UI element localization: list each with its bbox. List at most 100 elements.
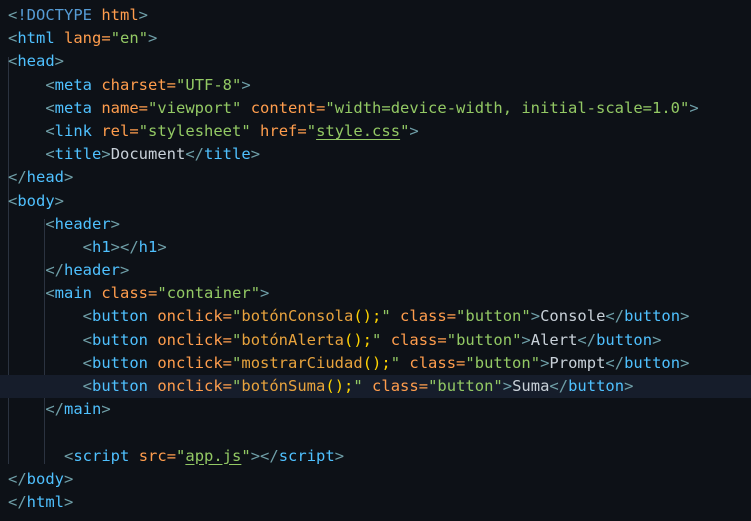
title-text: Document xyxy=(110,145,186,164)
tag-button-close: button xyxy=(624,353,681,372)
tag-button-close: button xyxy=(596,330,653,349)
punctuation: > xyxy=(530,307,541,326)
code-line[interactable]: <button onclick="botónAlerta();" class="… xyxy=(0,329,751,352)
attr-value-button-class: "button" xyxy=(428,377,503,395)
tag-body: body xyxy=(17,191,55,210)
punctuation: > xyxy=(241,75,251,94)
code-lines[interactable]: <!DOCTYPE html> <html lang="en"> <head> … xyxy=(0,4,751,514)
punctuation: < xyxy=(82,377,92,395)
code-line[interactable]: </main> xyxy=(0,398,751,421)
code-editor-window[interactable]: <!DOCTYPE html> <html lang="en"> <head> … xyxy=(0,0,751,521)
code-line-blank[interactable] xyxy=(0,421,751,444)
attr-class: class xyxy=(390,330,438,349)
tag-script-close: script xyxy=(278,446,335,465)
attr-value-button-class: "button" xyxy=(456,307,531,326)
handler-fn-ciudad: mostrarCiudad xyxy=(241,353,363,372)
punctuation: > xyxy=(148,29,158,48)
handler-call-tail: (); xyxy=(344,330,373,349)
attr-value-onclick: "mostrarCiudad();" xyxy=(232,353,401,372)
equals: = xyxy=(418,377,429,395)
punctuation: < xyxy=(82,307,92,326)
punctuation: > xyxy=(260,284,270,303)
punctuation: < xyxy=(45,75,55,94)
punctuation: > xyxy=(250,145,261,164)
button-label-prompt: Prompt xyxy=(549,353,606,372)
punctuation: > xyxy=(652,330,662,349)
punctuation: </ xyxy=(8,168,27,187)
punctuation: > xyxy=(54,52,65,71)
code-line[interactable]: </header> xyxy=(0,259,751,282)
code-line[interactable]: <main class="container"> xyxy=(0,282,751,305)
button-label-alert: Alert xyxy=(530,330,578,349)
code-line[interactable]: <title>Document</title> xyxy=(0,143,751,166)
code-line[interactable]: <button onclick="botónConsola();" class=… xyxy=(0,305,751,328)
code-line[interactable]: <meta charset="UTF-8"> xyxy=(0,74,751,97)
punctuation: > xyxy=(521,330,531,349)
button-label-suma: Suma xyxy=(512,377,550,395)
stylesheet-link[interactable]: style.css xyxy=(316,122,400,140)
code-line[interactable]: </html> xyxy=(0,491,751,514)
attr-lang: lang xyxy=(64,29,102,48)
script-link[interactable]: app.js xyxy=(185,447,241,465)
punctuation: </ xyxy=(605,307,625,326)
attr-onclick: onclick xyxy=(157,330,223,349)
equals: = xyxy=(148,284,158,303)
punctuation: </ xyxy=(605,353,625,372)
code-line[interactable]: <!DOCTYPE html> xyxy=(0,4,751,27)
code-line[interactable]: <h1></h1> xyxy=(0,236,751,259)
equals: = xyxy=(222,330,233,349)
attr-href: href xyxy=(260,121,298,140)
code-line-current[interactable]: <button onclick="botónSuma();" class="bu… xyxy=(0,375,751,399)
punctuation: < xyxy=(82,353,92,372)
code-line[interactable]: <link rel="stylesheet" href="style.css"> xyxy=(0,120,751,143)
code-line[interactable]: <body> xyxy=(0,190,751,213)
punctuation: < xyxy=(64,446,74,465)
code-line[interactable]: <button onclick="mostrarCiudad();" class… xyxy=(0,352,751,375)
equals: = xyxy=(297,121,307,140)
code-line[interactable]: </head> xyxy=(0,166,751,189)
punctuation: > xyxy=(624,377,634,395)
tag-main: main xyxy=(54,284,92,303)
attr-value-container: "container" xyxy=(157,284,261,303)
attr-charset: charset xyxy=(101,75,167,94)
punctuation: > xyxy=(502,377,513,395)
code-line[interactable]: </body> xyxy=(0,468,751,491)
tag-script: script xyxy=(73,446,130,465)
code-line[interactable]: <html lang="en"> xyxy=(0,27,751,50)
punctuation: </ xyxy=(45,400,64,419)
equals: = xyxy=(101,29,111,48)
tag-button: button xyxy=(92,353,148,372)
punctuation: > xyxy=(101,145,111,164)
tag-title-close: title xyxy=(204,145,251,164)
code-line[interactable]: <head> xyxy=(0,50,751,73)
tag-h1: h1 xyxy=(92,237,111,256)
code-line[interactable]: <header> xyxy=(0,213,751,236)
attr-value-rel: "stylesheet" xyxy=(138,121,251,140)
tag-main-close: main xyxy=(64,400,102,419)
code-line[interactable]: <script src="app.js"></script> xyxy=(0,445,751,468)
equals: = xyxy=(138,98,149,117)
tag-button: button xyxy=(92,330,148,349)
punctuation: ></ xyxy=(110,237,139,256)
attr-value-button-class: "button" xyxy=(465,353,541,372)
punctuation: </ xyxy=(8,492,27,511)
code-line[interactable]: <meta name="viewport" content="width=dev… xyxy=(0,97,751,120)
equals: = xyxy=(456,353,466,372)
attr-class: class xyxy=(400,307,447,326)
